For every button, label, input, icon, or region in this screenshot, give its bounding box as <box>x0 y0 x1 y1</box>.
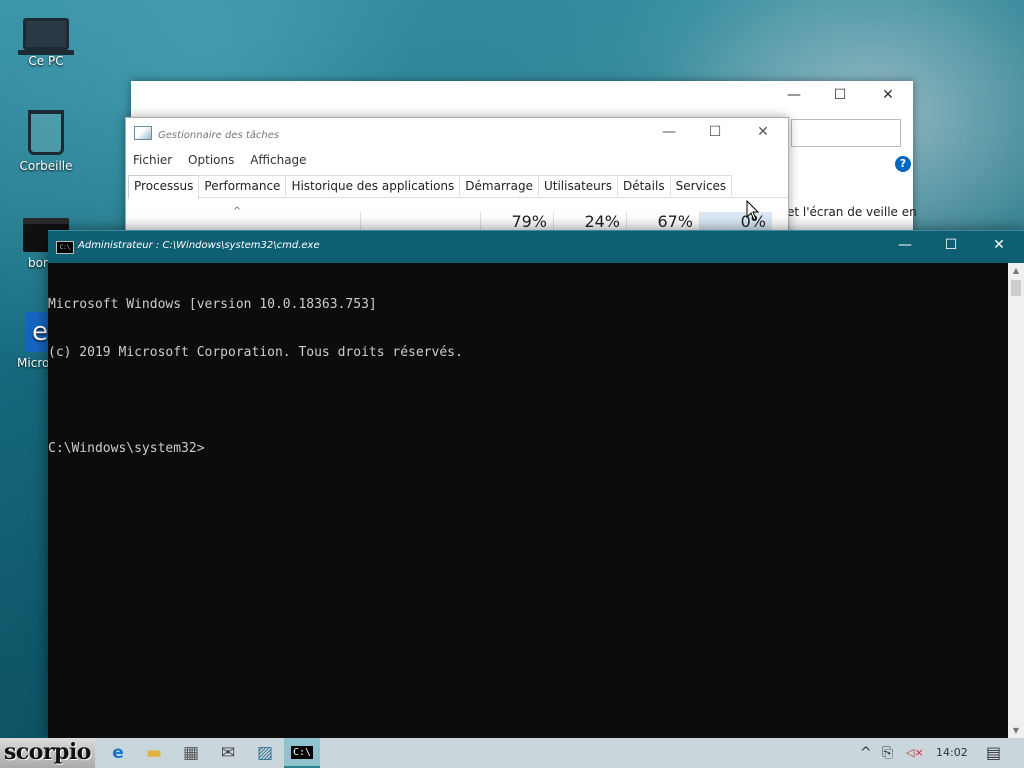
close-button[interactable]: ✕ <box>976 237 1022 257</box>
tab-details[interactable]: Détails <box>616 175 671 196</box>
volume-muted-icon[interactable]: ◁× <box>906 738 924 768</box>
computer-icon <box>18 18 74 55</box>
mouse-cursor-icon <box>746 200 760 221</box>
scroll-up-icon[interactable]: ▲ <box>1008 263 1024 279</box>
console-line: Microsoft Windows [version 10.0.18363.75… <box>48 297 377 312</box>
menu-fichier[interactable]: Fichier <box>133 153 172 167</box>
minimize-button[interactable]: — <box>882 237 928 257</box>
tab-services[interactable]: Services <box>669 175 733 196</box>
console-output[interactable]: Microsoft Windows [version 10.0.18363.75… <box>48 265 1008 739</box>
settings-text: et l'écran de veille en <box>787 205 917 219</box>
search-input[interactable] <box>791 119 901 147</box>
tab-historique[interactable]: Historique des applications <box>285 175 461 196</box>
tab-performance[interactable]: Performance <box>198 175 287 196</box>
menu-bar: Fichier Options Affichage <box>133 153 319 167</box>
vertical-scrollbar[interactable]: ▲ ▼ <box>1008 263 1024 739</box>
maximize-button[interactable]: ☐ <box>817 87 863 107</box>
task-manager-icon <box>134 126 152 140</box>
taskbar: scorpio e ▬ ▦ ✉ ▨ C:\ ^ ⎘ ◁× 14:02 ▤ <box>0 738 1024 768</box>
maximize-button[interactable]: ☐ <box>695 124 735 142</box>
tab-bar: Processus Performance Historique des app… <box>128 175 788 199</box>
system-tray: ^ ⎘ ◁× 14:02 ▤ <box>854 738 1024 768</box>
maximize-button[interactable]: ☐ <box>928 237 974 257</box>
store-icon[interactable]: ▦ <box>173 738 209 768</box>
tab-processus[interactable]: Processus <box>128 175 200 199</box>
console-line: (c) 2019 Microsoft Corporation. Tous dro… <box>48 345 463 360</box>
window-title: Gestionnaire des tâches <box>134 126 279 141</box>
desktop-icon-label: Ce PC <box>28 54 64 68</box>
tab-demarrage[interactable]: Démarrage <box>459 175 539 196</box>
task-manager-taskbar-icon[interactable]: ▨ <box>247 738 283 768</box>
help-icon[interactable]: ? <box>895 156 911 172</box>
edge-icon[interactable]: e <box>100 738 136 768</box>
close-button[interactable]: ✕ <box>865 87 911 107</box>
desktop-icon-recycle-bin[interactable]: Corbeille <box>14 110 78 173</box>
minimize-button[interactable]: — <box>771 87 817 107</box>
console-prompt[interactable]: C:\Windows\system32> <box>48 441 1008 457</box>
window-title: Administrateur : C:\Windows\system32\cmd… <box>78 240 320 251</box>
clock[interactable]: 14:02 <box>936 738 968 768</box>
sort-indicator-icon[interactable]: ^ <box>233 206 241 217</box>
mail-icon[interactable]: ✉ <box>210 738 246 768</box>
desktop-icon-this-pc[interactable]: Ce PC <box>14 10 78 68</box>
file-explorer-icon[interactable]: ▬ <box>136 738 172 768</box>
cmd-window[interactable]: C:\ Administrateur : C:\Windows\system32… <box>48 230 1024 739</box>
cmd-titlebar[interactable]: C:\ Administrateur : C:\Windows\system32… <box>48 231 1024 263</box>
minimize-button[interactable]: — <box>649 124 689 142</box>
close-button[interactable]: ✕ <box>743 124 783 142</box>
show-hidden-icons-icon[interactable]: ^ <box>860 738 872 768</box>
task-manager-window[interactable]: Gestionnaire des tâches — ☐ ✕ Fichier Op… <box>125 117 789 244</box>
recycle-bin-icon <box>28 110 64 155</box>
scroll-thumb[interactable] <box>1011 280 1021 296</box>
cmd-icon: C:\ <box>56 241 74 254</box>
scroll-down-icon[interactable]: ▼ <box>1008 723 1024 739</box>
desktop-icon-label: Corbeille <box>19 159 73 173</box>
menu-options[interactable]: Options <box>188 153 234 167</box>
window-title-text: Gestionnaire des tâches <box>158 130 280 141</box>
menu-affichage[interactable]: Affichage <box>250 153 306 167</box>
cmd-taskbar-icon[interactable]: C:\ <box>284 738 320 768</box>
notifications-icon[interactable]: ▤ <box>986 738 1001 768</box>
network-icon[interactable]: ⎘ <box>882 738 893 768</box>
cmd-taskbar-glyph: C:\ <box>290 746 314 759</box>
start-button[interactable]: scorpio <box>0 738 95 768</box>
tab-utilisateurs[interactable]: Utilisateurs <box>537 175 618 196</box>
